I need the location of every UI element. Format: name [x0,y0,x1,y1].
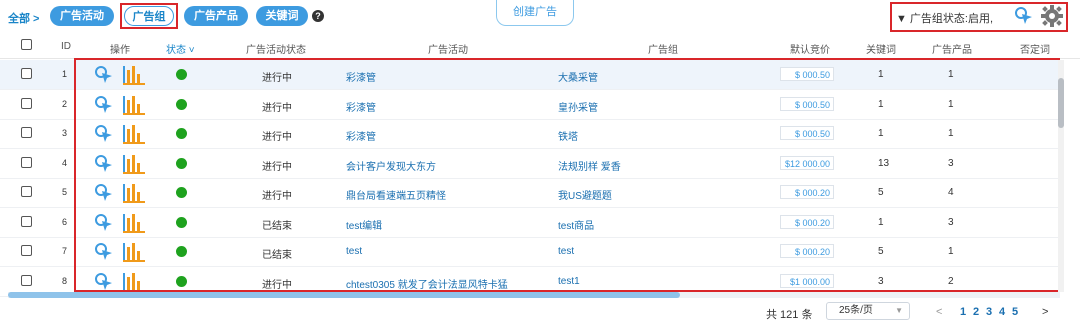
row-checkbox[interactable] [21,156,32,168]
col-status[interactable]: 状态 ˅ [166,41,195,56]
toolbar: 全部 > 广告活动 广告组 广告产品 关键词 ? 创建广告 ▼ 广告组状态:启用, [0,0,1080,34]
col-status-label: 状态 [166,45,186,56]
col-action: 操作 [110,45,130,56]
page-2[interactable]: 2 [973,306,979,318]
vertical-scroll-thumb[interactable] [1058,78,1064,128]
page-size-select[interactable]: 25条/页 ▼ [826,302,910,320]
vertical-scrollbar[interactable] [1058,60,1064,292]
tab-products[interactable]: 广告产品 [184,6,248,26]
col-keywords[interactable]: 关键词 [866,41,896,56]
col-ad-group[interactable]: 广告组 [648,41,678,56]
page-4[interactable]: 4 [999,306,1005,318]
row-id: 8 [62,275,68,286]
horizontal-scrollbar[interactable] [8,292,1060,298]
row-id: 3 [62,128,68,138]
col-campaign[interactable]: 广告活动 [428,41,468,56]
col-campaign-status[interactable]: 广告活动状态 [246,41,306,56]
col-id[interactable]: ID [61,41,71,52]
col-products[interactable]: 广告产品 [932,41,972,56]
highlight-box-tab [120,3,178,29]
total-count: 共 121 条 [766,309,813,321]
help-icon[interactable]: ? [312,10,324,22]
row-id: 7 [62,246,68,256]
highlight-box-table [74,58,1060,292]
chevron-down-icon: ˅ [186,45,195,56]
page-5[interactable]: 5 [1012,306,1018,318]
row-id: 6 [62,216,68,227]
row-id: 4 [62,157,68,168]
breadcrumb[interactable]: 全部 > [8,10,39,26]
page-size-value: 25条/页 [839,305,873,316]
page-3[interactable]: 3 [986,306,992,318]
highlight-box-filter [890,2,1068,32]
horizontal-scroll-thumb[interactable] [8,292,680,298]
table-header: ID 操作 状态 ˅ 广告活动状态 广告活动 广告组 默认竞价 关键词 广告产品… [0,36,1080,59]
col-negative-keywords[interactable]: 否定词 [1020,41,1050,56]
page-1[interactable]: 1 [960,306,966,318]
row-checkbox[interactable] [21,245,32,256]
tab-keywords[interactable]: 关键词 [256,6,308,26]
row-checkbox[interactable] [21,127,32,138]
row-id: 5 [62,187,68,197]
row-checkbox[interactable] [21,68,32,79]
next-page-button[interactable]: > [1042,306,1048,318]
row-checkbox[interactable] [21,186,32,197]
row-checkbox[interactable] [21,215,32,227]
create-ad-button[interactable]: 创建广告 [496,0,574,26]
prev-page-button[interactable]: < [936,306,942,318]
col-default-bid[interactable]: 默认竞价 [790,41,830,56]
chevron-down-icon: ▼ [895,306,903,315]
row-checkbox[interactable] [21,274,32,286]
row-id: 1 [62,69,68,79]
row-id: 2 [62,98,68,109]
row-checkbox[interactable] [21,97,32,109]
tab-campaigns[interactable]: 广告活动 [50,6,114,26]
select-all-checkbox[interactable] [21,39,32,50]
